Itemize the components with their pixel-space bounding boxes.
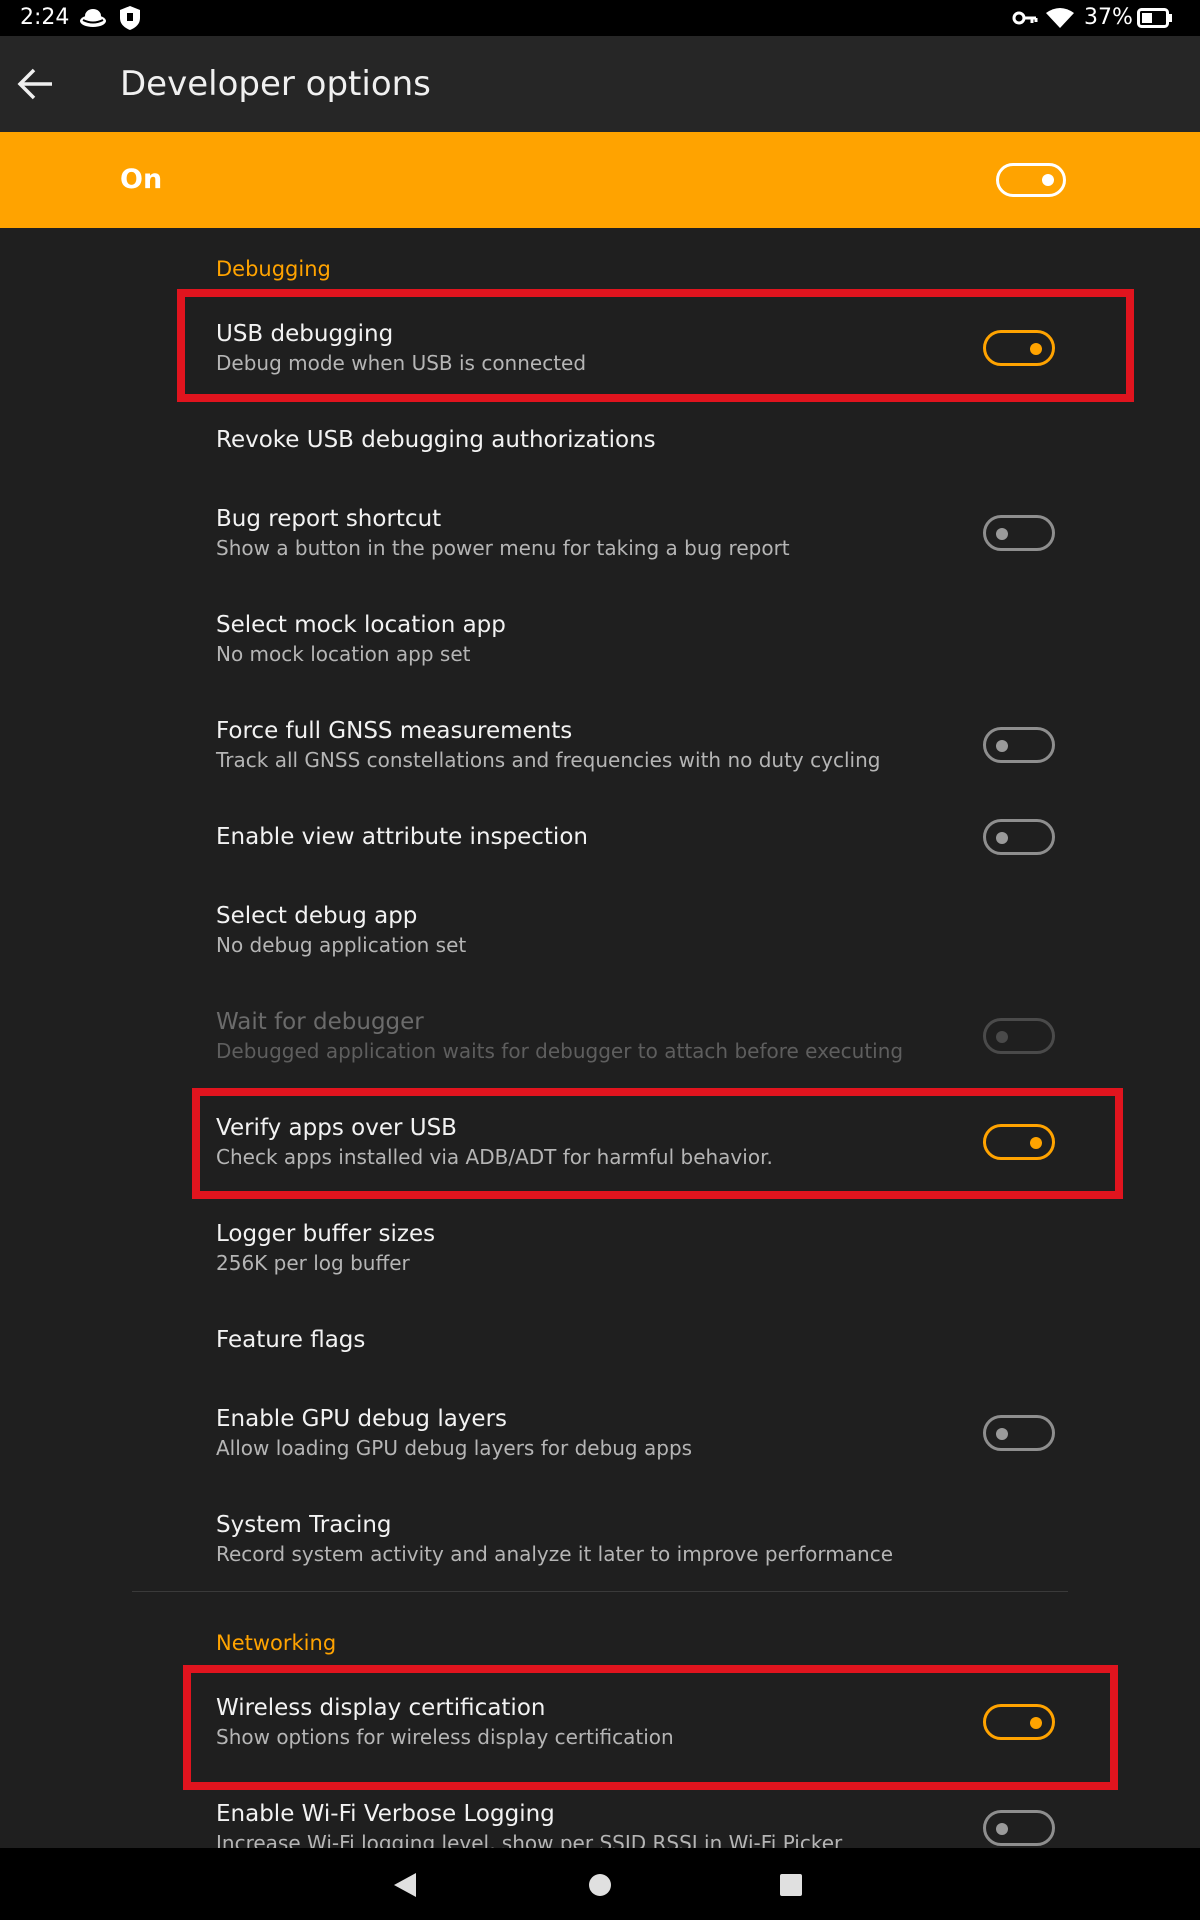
setting-title: Select mock location app bbox=[216, 612, 506, 638]
gpu-debug-layers-switch[interactable] bbox=[983, 1415, 1055, 1451]
setting-logger-buffer-sizes[interactable]: Logger buffer sizes 256K per log buffer bbox=[216, 1219, 1076, 1277]
setting-bug-report-shortcut[interactable]: Bug report shortcut Show a button in the… bbox=[216, 504, 1076, 562]
master-toggle-bar[interactable]: On bbox=[0, 132, 1200, 228]
setting-revoke-usb-debugging[interactable]: Revoke USB debugging authorizations bbox=[216, 425, 1076, 455]
screen: 2:24 37% Developer options On Debugging … bbox=[0, 0, 1200, 1920]
setting-summary: Show a button in the power menu for taki… bbox=[216, 536, 790, 560]
setting-force-gnss[interactable]: Force full GNSS measurements Track all G… bbox=[216, 716, 1076, 774]
setting-title: Bug report shortcut bbox=[216, 506, 442, 532]
setting-summary: No debug application set bbox=[216, 933, 467, 957]
setting-summary: 256K per log buffer bbox=[216, 1251, 410, 1275]
setting-summary: Allow loading GPU debug layers for debug… bbox=[216, 1436, 693, 1460]
setting-title: Logger buffer sizes bbox=[216, 1221, 436, 1247]
view-attribute-inspection-switch[interactable] bbox=[983, 819, 1055, 855]
setting-feature-flags[interactable]: Feature flags bbox=[216, 1325, 1076, 1355]
master-toggle-label: On bbox=[120, 164, 163, 195]
force-gnss-switch[interactable] bbox=[983, 727, 1055, 763]
highlight-box-wireless-display bbox=[183, 1665, 1118, 1790]
setting-summary: Debugged application waits for debugger … bbox=[216, 1039, 904, 1063]
setting-view-attribute-inspection[interactable]: Enable view attribute inspection bbox=[216, 822, 1076, 852]
triangle-back-icon bbox=[394, 1873, 416, 1897]
setting-title: System Tracing bbox=[216, 1512, 392, 1538]
setting-title: Revoke USB debugging authorizations bbox=[216, 427, 656, 453]
setting-system-tracing[interactable]: System Tracing Record system activity an… bbox=[216, 1510, 1076, 1568]
nav-recents-button[interactable] bbox=[776, 1870, 806, 1904]
switch-knob bbox=[996, 1031, 1008, 1043]
setting-title: Enable GPU debug layers bbox=[216, 1406, 508, 1432]
switch-knob bbox=[1042, 174, 1054, 186]
setting-title: Force full GNSS measurements bbox=[216, 718, 573, 744]
nav-home-button[interactable] bbox=[585, 1870, 615, 1904]
nav-back-button[interactable] bbox=[390, 1870, 420, 1904]
arrow-left-icon bbox=[17, 68, 52, 100]
section-divider bbox=[132, 1591, 1068, 1592]
battery-icon bbox=[1137, 8, 1172, 28]
switch-knob bbox=[996, 832, 1008, 844]
highlight-box-usb-debugging bbox=[177, 289, 1134, 402]
battery-percent: 37% bbox=[1084, 5, 1133, 30]
setting-title: Enable Wi-Fi Verbose Logging bbox=[216, 1801, 555, 1827]
wifi-icon bbox=[1046, 8, 1074, 28]
status-bar: 2:24 37% bbox=[0, 0, 1200, 36]
switch-knob bbox=[996, 1823, 1008, 1835]
vpn-key-icon bbox=[1012, 11, 1038, 25]
highlight-box-verify-apps bbox=[192, 1088, 1123, 1199]
setting-summary: Track all GNSS constellations and freque… bbox=[216, 748, 881, 772]
switch-knob bbox=[996, 740, 1008, 752]
square-recents-icon bbox=[780, 1874, 802, 1896]
shield-icon bbox=[120, 6, 140, 30]
wifi-verbose-logging-switch[interactable] bbox=[983, 1810, 1055, 1846]
section-header-networking: Networking bbox=[216, 1631, 337, 1655]
setting-wait-for-debugger: Wait for debugger Debugged application w… bbox=[216, 1007, 1076, 1065]
app-bar: Developer options bbox=[0, 36, 1200, 132]
wait-for-debugger-switch bbox=[983, 1018, 1055, 1054]
switch-knob bbox=[996, 528, 1008, 540]
section-header-debugging: Debugging bbox=[216, 257, 331, 281]
navigation-bar bbox=[0, 1848, 1200, 1920]
master-toggle-switch[interactable] bbox=[996, 163, 1066, 197]
setting-mock-location-app[interactable]: Select mock location app No mock locatio… bbox=[216, 610, 1076, 668]
setting-title: Select debug app bbox=[216, 903, 418, 929]
hat-icon bbox=[80, 9, 106, 27]
status-time: 2:24 bbox=[20, 5, 70, 30]
bug-report-shortcut-switch[interactable] bbox=[983, 515, 1055, 551]
setting-title: Enable view attribute inspection bbox=[216, 824, 588, 850]
setting-gpu-debug-layers[interactable]: Enable GPU debug layers Allow loading GP… bbox=[216, 1404, 1076, 1462]
setting-summary: Record system activity and analyze it la… bbox=[216, 1542, 893, 1566]
switch-knob bbox=[996, 1428, 1008, 1440]
setting-select-debug-app[interactable]: Select debug app No debug application se… bbox=[216, 901, 1076, 959]
back-button[interactable] bbox=[10, 58, 62, 110]
circle-home-icon bbox=[589, 1874, 611, 1896]
page-title: Developer options bbox=[120, 64, 431, 104]
setting-title: Feature flags bbox=[216, 1327, 366, 1353]
setting-summary: No mock location app set bbox=[216, 642, 471, 666]
setting-title: Wait for debugger bbox=[216, 1009, 424, 1035]
